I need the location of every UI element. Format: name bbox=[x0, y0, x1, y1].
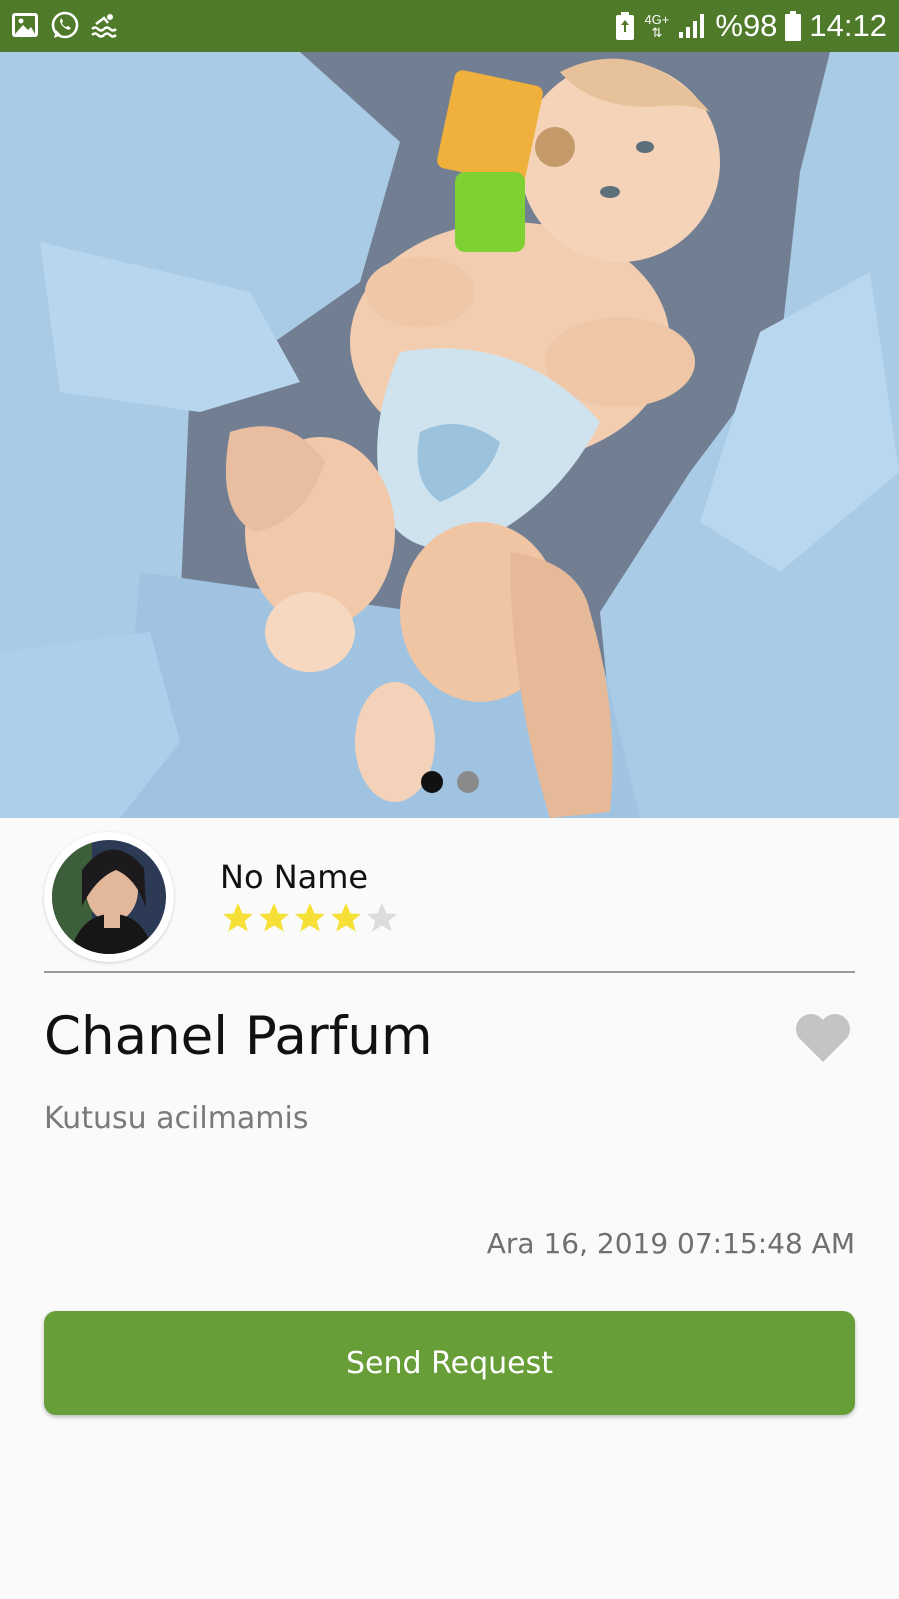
seller-name[interactable]: No Name bbox=[220, 858, 368, 896]
status-bar-notification-icons bbox=[10, 10, 120, 40]
star-icon bbox=[331, 903, 361, 932]
clock: 14:12 bbox=[809, 8, 887, 43]
product-description: Kutusu acilmamis bbox=[44, 1101, 309, 1136]
image-icon bbox=[12, 13, 38, 37]
carousel-dot-1[interactable] bbox=[420, 771, 443, 793]
star-icon bbox=[223, 903, 253, 932]
avatar-photo bbox=[52, 840, 166, 954]
whatsapp-icon bbox=[51, 11, 79, 39]
star-icon bbox=[259, 903, 289, 932]
battery-icon bbox=[785, 11, 802, 41]
seller-avatar[interactable] bbox=[44, 832, 174, 962]
carousel-dot-2[interactable] bbox=[456, 771, 479, 793]
star-empty-icon bbox=[367, 903, 397, 932]
send-request-button[interactable]: Send Request bbox=[44, 1311, 855, 1415]
status-bar-system-icons: 4G+ ⇅ %98 14:12 bbox=[614, 8, 887, 44]
product-date: Ara 16, 2019 07:15:48 AM bbox=[486, 1227, 855, 1260]
carousel-indicator bbox=[0, 771, 899, 793]
battery-percent: %98 bbox=[715, 8, 778, 43]
product-image-carousel[interactable] bbox=[0, 52, 899, 818]
status-bar: 4G+ ⇅ %98 14:12 bbox=[0, 0, 899, 52]
divider bbox=[44, 971, 855, 973]
signal-icon bbox=[679, 14, 705, 38]
product-photo bbox=[0, 52, 899, 818]
favorite-heart-icon[interactable] bbox=[794, 1012, 852, 1064]
seller-rating bbox=[220, 900, 400, 936]
product-title: Chanel Parfum bbox=[44, 1006, 433, 1067]
data-arrows-icon: ⇅ bbox=[651, 25, 663, 40]
network-type: 4G+ ⇅ bbox=[644, 13, 669, 39]
battery-saver-icon bbox=[616, 12, 635, 40]
star-icon bbox=[295, 903, 325, 932]
pool-icon bbox=[91, 14, 117, 38]
